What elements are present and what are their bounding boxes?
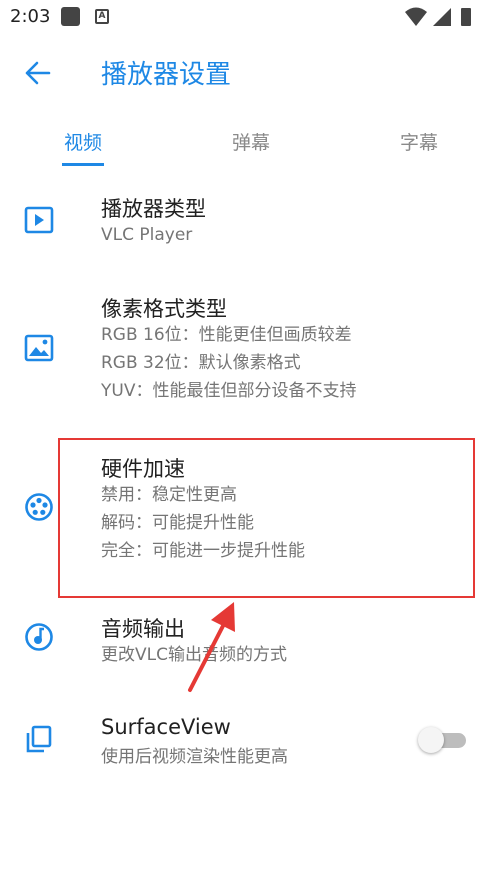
tab-video[interactable]: 视频 bbox=[64, 128, 102, 155]
status-right-icons bbox=[405, 7, 471, 26]
setting-pixel-format[interactable]: 像素格式类型 RGB 16位：性能更佳但画质较差 RGB 32位：默认像素格式 … bbox=[0, 285, 503, 415]
page-title: 播放器设置 bbox=[101, 60, 232, 90]
status-time: 2:03 bbox=[10, 6, 51, 27]
setting-subtitle: 使用后视频渲染性能更高 bbox=[101, 747, 288, 767]
wifi-icon bbox=[405, 7, 427, 26]
battery-icon bbox=[461, 8, 471, 26]
setting-player-type[interactable]: 播放器类型 VLC Player bbox=[0, 185, 503, 265]
setting-audio-output[interactable]: 音频输出 更改VLC输出音频的方式 bbox=[0, 605, 503, 685]
film-reel-icon bbox=[22, 490, 56, 524]
a-badge-icon: A bbox=[95, 9, 109, 24]
surfaceview-toggle[interactable] bbox=[418, 727, 468, 753]
copy-icon bbox=[22, 722, 56, 756]
signal-icon bbox=[433, 8, 451, 26]
tab-subtitle[interactable]: 字幕 bbox=[400, 128, 438, 155]
highlight-box bbox=[58, 438, 475, 598]
audio-dial-icon bbox=[22, 620, 56, 654]
setting-subtitle: VLC Player bbox=[101, 225, 193, 245]
notification-square-icon bbox=[61, 7, 80, 26]
setting-subtitle-line: RGB 16位：性能更佳但画质较差 bbox=[101, 325, 352, 345]
app-bar: 播放器设置 bbox=[0, 34, 503, 114]
setting-subtitle-line: RGB 32位：默认像素格式 bbox=[101, 353, 301, 373]
back-button[interactable] bbox=[18, 56, 58, 90]
image-icon bbox=[22, 331, 56, 365]
toggle-thumb bbox=[418, 727, 444, 753]
arrow-left-icon bbox=[25, 61, 51, 85]
tab-danmaku[interactable]: 弹幕 bbox=[232, 128, 270, 155]
tab-indicator bbox=[62, 163, 104, 166]
setting-title: 像素格式类型 bbox=[101, 297, 227, 321]
setting-subtitle-line: YUV：性能最佳但部分设备不支持 bbox=[101, 381, 357, 401]
red-arrow-icon bbox=[188, 602, 235, 692]
setting-title: SurfaceView bbox=[101, 715, 231, 739]
setting-title: 音频输出 bbox=[101, 617, 185, 641]
status-bar: 2:03 A bbox=[0, 0, 503, 34]
play-box-icon bbox=[22, 203, 56, 237]
setting-title: 播放器类型 bbox=[101, 197, 206, 221]
tab-bar: 视频 弹幕 字幕 bbox=[0, 118, 503, 166]
